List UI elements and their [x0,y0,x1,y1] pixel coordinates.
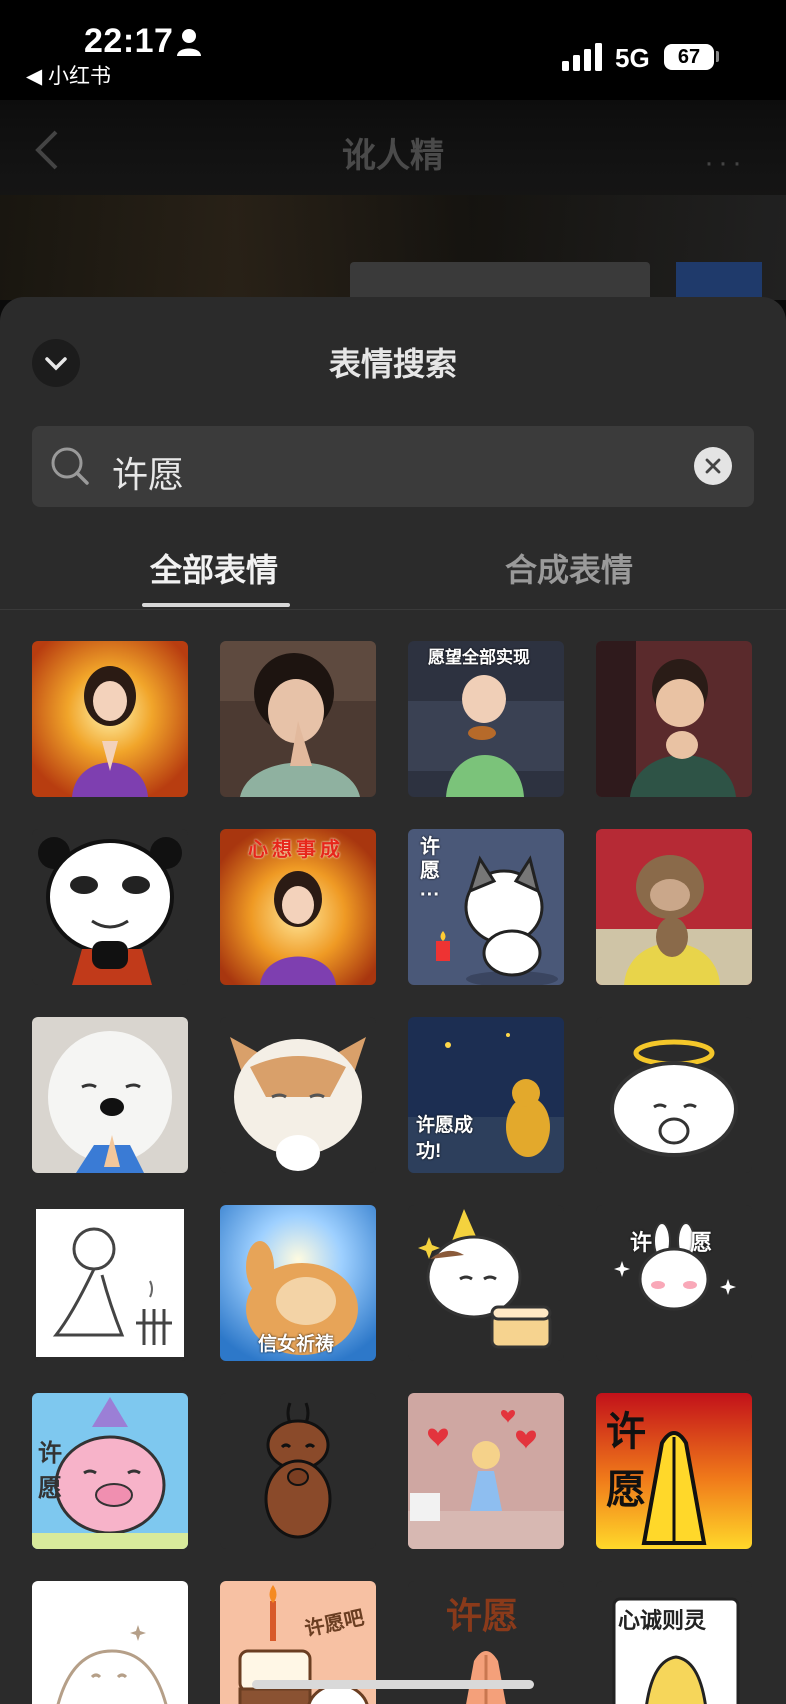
sticker-item[interactable] [220,641,376,797]
girl-praying-golden-image [32,641,188,797]
status-bar: 22:17 ◀ 小红书 5G 67 [0,0,786,100]
sticker-item[interactable] [32,641,188,797]
status-time: 22:17 [84,22,174,60]
search-icon [51,447,89,485]
sticker-item[interactable] [596,1017,752,1173]
background-photo [676,262,762,302]
background-page-title: 讹人精 [342,137,444,175]
sticker-item[interactable]: 愿望全部实现 [408,641,564,797]
network-type: 5G [615,43,650,73]
tab-composite-stickers[interactable]: 合成表情 [505,545,633,591]
close-icon [705,458,721,474]
cat-praying-image [220,1017,376,1173]
sticker-item[interactable]: 信女祈祷 [220,1205,376,1361]
sticker-caption: 许愿成功! [416,1115,474,1162]
back-to-app-link[interactable]: ◀ 小红书 [26,60,111,90]
clear-search-button[interactable] [694,447,732,485]
sticker-caption: 愿望全部实现 [428,648,530,667]
sheet-title: 表情搜索 [328,346,457,382]
sticker-caption: 心想事成 [248,839,344,861]
sticker-item[interactable]: 许 愿 [32,1393,188,1549]
sticker-item[interactable] [408,1393,564,1549]
sticker-item[interactable] [596,641,752,797]
sticker-item[interactable]: 心想事成 [220,829,376,985]
sticker-caption: 许 愿 [38,1440,132,1502]
sticker-caption: 心诚则灵 [618,1608,707,1633]
samoyed-praying-image [32,1017,188,1173]
battery-tip [716,51,719,62]
sticker-item[interactable] [596,829,752,985]
banana-sincere-image [596,1581,752,1704]
child-praying-image [596,641,752,797]
sticker-search-sheet: 表情搜索 许愿 全部表情 合成表情 愿望全部实现 心想事成 许愿··· 许愿成功… [0,297,786,1704]
woman-praying-costume-image [220,641,376,797]
person-icon [177,29,201,56]
cat-birthday-cake-image [408,1205,564,1361]
background-photo [350,262,650,302]
search-value[interactable]: 许愿 [112,446,184,498]
sticker-item[interactable] [220,1017,376,1173]
sticker-caption: 许愿 [446,1595,519,1636]
sticker-item[interactable] [408,1205,564,1361]
bug-praying-image [220,1393,376,1549]
sticker-caption: 许愿 [606,1410,690,1512]
seal-sketch-image [32,1581,188,1704]
sticker-item[interactable]: 许愿 [596,1393,752,1549]
sticker-item[interactable]: 许愿 [596,1205,752,1361]
monkey-praying-image [596,829,752,985]
sticker-caption: 信女祈祷 [258,1334,335,1355]
girl-hearts-praying-image [408,1393,564,1549]
sticker-item[interactable] [32,1581,188,1704]
sticker-item[interactable]: 心诚则灵 [596,1581,752,1704]
tab-all-stickers[interactable]: 全部表情 [150,545,278,591]
sticker-item[interactable]: 许愿··· [408,829,564,985]
sticker-caption: 许愿 [630,1230,751,1255]
sticker-item[interactable] [220,1393,376,1549]
divider [0,609,786,610]
sticker-item[interactable]: 许愿成功! [408,1017,564,1173]
search-input[interactable]: 许愿 [32,426,754,507]
panda-praying-image [32,829,188,985]
sticker-item[interactable] [32,829,188,985]
sticker-caption: 许愿··· [420,836,440,906]
signal-icon [562,43,602,71]
home-indicator[interactable] [252,1680,534,1689]
active-tab-indicator [142,603,290,607]
sticker-item[interactable] [32,1017,188,1173]
angel-cloud-praying-image [596,1017,752,1173]
sticker-item[interactable] [32,1205,188,1361]
battery-icon: 67 [664,44,714,70]
stickman-praying-incense-image [32,1205,188,1361]
more-icon: ··· [704,146,746,179]
